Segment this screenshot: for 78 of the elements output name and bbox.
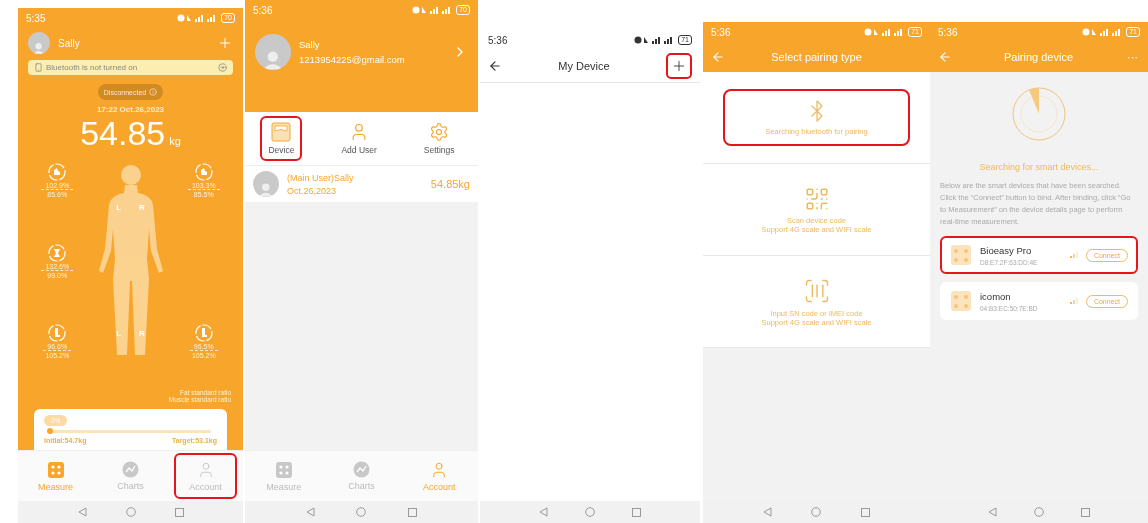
avatar (28, 32, 50, 54)
side-label: R (139, 203, 145, 212)
home-nav-icon[interactable] (1034, 507, 1044, 517)
menu-item[interactable]: Settings (415, 116, 463, 161)
user-email: 1213954225@gmail.com (299, 54, 406, 65)
status-time: 5:36 (711, 26, 731, 38)
recents-nav-icon[interactable] (632, 507, 642, 517)
back-nav-icon[interactable] (762, 507, 772, 517)
home-nav-icon[interactable] (356, 507, 367, 517)
nav-tab[interactable]: Measure (251, 453, 317, 499)
user-row[interactable]: (Main User)Sally Oct.26,2023 54.85kg (245, 166, 478, 202)
recents-nav-icon[interactable] (408, 507, 418, 517)
leg-icon (194, 324, 213, 342)
back-nav-icon[interactable] (305, 507, 315, 517)
status-time: 5:36 (488, 34, 508, 46)
status-time: 5:36 (938, 26, 958, 38)
leg-icon (48, 324, 67, 342)
qr-code-icon (803, 185, 830, 212)
scale-icon (950, 290, 972, 312)
user-row-weight: 54.85kg (430, 178, 470, 190)
arm-icon (194, 163, 213, 181)
screen-title: My Device (557, 60, 611, 72)
scale-icon (274, 460, 293, 479)
home-nav-icon[interactable] (811, 507, 822, 517)
home-nav-icon[interactable] (585, 507, 595, 517)
add-icon[interactable] (217, 35, 233, 51)
arrow-circle-icon (218, 63, 227, 72)
recents-nav-icon[interactable] (174, 507, 184, 517)
plus-icon (671, 58, 687, 74)
chart-icon (353, 461, 370, 478)
scale-icon (271, 122, 292, 142)
side-label: L (116, 329, 122, 338)
add-button[interactable] (666, 53, 692, 79)
status-time: 5:36 (253, 4, 273, 16)
weight-value: 54.85 (80, 114, 166, 153)
scale-icon (950, 244, 972, 266)
user-name: Sally (58, 37, 81, 49)
torso-icon (48, 243, 67, 262)
user-name: Sally (299, 39, 321, 50)
chart-icon (122, 461, 139, 478)
avatar (253, 171, 279, 197)
device-name: Bioeasy Pro (980, 244, 1033, 256)
nav-tab[interactable]: Charts (328, 453, 395, 499)
recents-nav-icon[interactable] (861, 507, 871, 517)
menu-item[interactable]: Add User (333, 116, 385, 161)
screen-title: Select pairing type (770, 51, 863, 63)
back-icon[interactable] (488, 59, 502, 73)
more-button[interactable]: ··· (1125, 51, 1140, 63)
arm-icon (48, 163, 67, 181)
scale-icon (46, 460, 65, 479)
side-label: R (139, 329, 145, 338)
searching-text: Searching for smart devices... (979, 162, 1099, 172)
signal-icon (1069, 252, 1078, 258)
settings-icon (429, 122, 450, 142)
menu-item[interactable]: Device (260, 116, 303, 161)
info-icon[interactable] (149, 88, 158, 96)
avatar (255, 34, 291, 70)
device-name: icomon (980, 290, 1012, 302)
back-nav-icon[interactable] (77, 507, 87, 517)
phone-icon (34, 63, 43, 72)
recents-nav-icon[interactable] (1080, 507, 1090, 517)
nav-tab[interactable]: Charts (99, 453, 162, 499)
back-nav-icon[interactable] (538, 507, 548, 517)
bluetooth-banner[interactable]: Bluetooth is not turned on (28, 60, 233, 75)
user-row-date: Oct.26,2023 (287, 185, 338, 196)
nav-tab[interactable]: Measure (24, 453, 87, 499)
screen-title: Pairing device (1002, 51, 1075, 63)
side-label: L (116, 203, 122, 212)
weight-unit: kg (169, 135, 181, 147)
status-time: 5:35 (26, 12, 46, 24)
radar-drawing (1011, 86, 1067, 142)
banner-text: Bluetooth is not turned on (46, 63, 139, 72)
nav-tab[interactable]: Account (406, 453, 472, 499)
home-nav-icon[interactable] (125, 507, 136, 517)
measure-date: 17:22 Oct.26,2023 (95, 105, 166, 114)
signal-icon (1069, 298, 1078, 304)
back-nav-icon[interactable] (988, 507, 998, 517)
user-row-name: (Main User)Sally (287, 172, 355, 183)
